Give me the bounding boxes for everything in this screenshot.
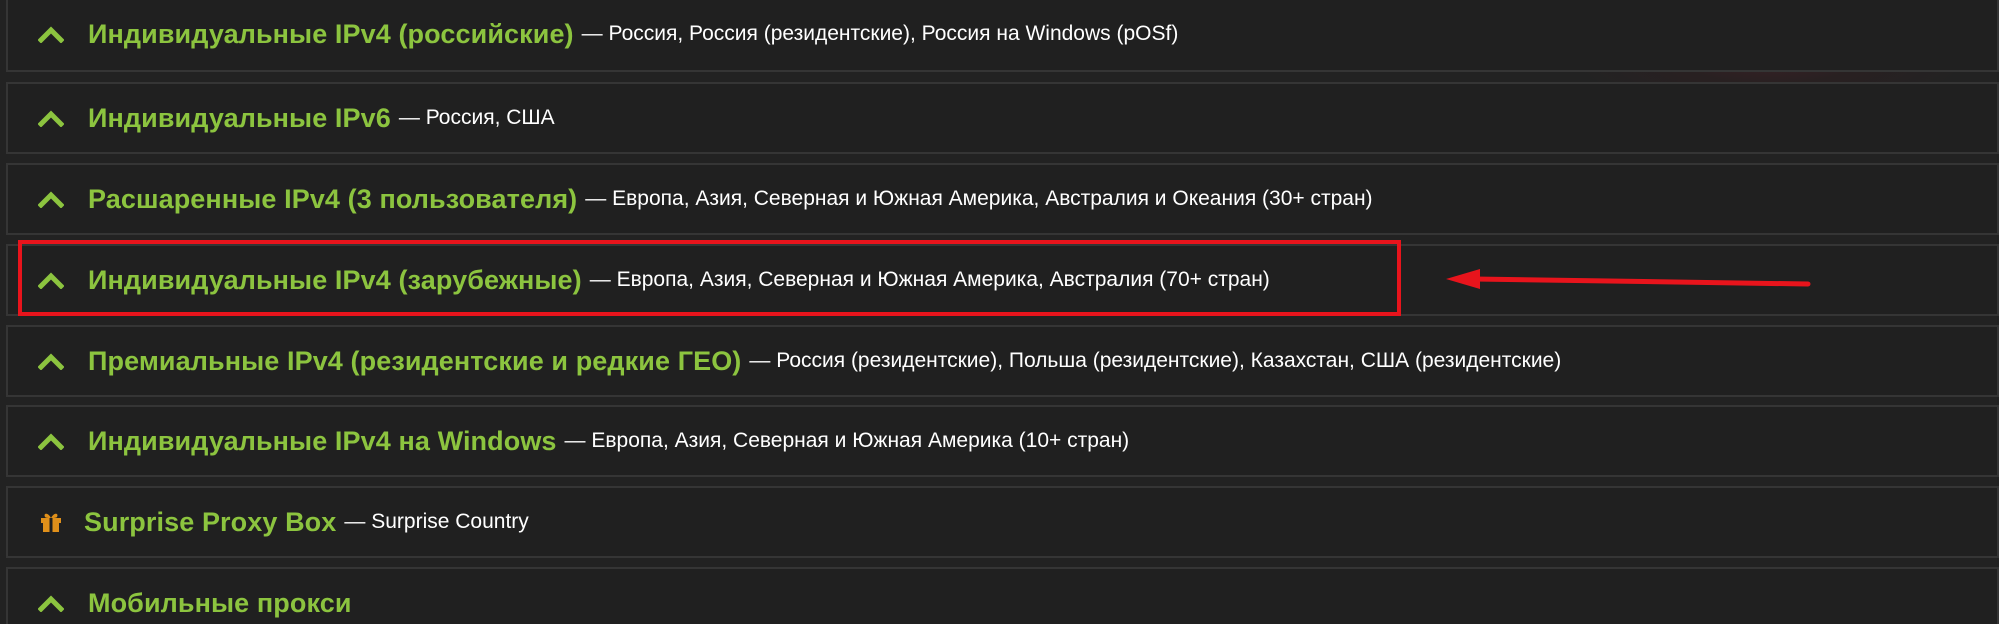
category-row-ipv4-windows[interactable]: Индивидуальные IPv4 на Windows — Европа,… (6, 405, 1999, 477)
chevron-up-icon (34, 184, 68, 214)
chevron-up-icon (34, 426, 68, 456)
category-title: Мобильные прокси (88, 587, 352, 618)
category-row-ipv4-russian[interactable]: Индивидуальные IPv4 (российские) — Росси… (6, 0, 1999, 72)
category-description: — Россия (резидентские), Польша (резиден… (749, 349, 1562, 372)
gift-icon (34, 507, 68, 537)
category-title: Индивидуальные IPv4 (зарубежные) (88, 264, 582, 295)
category-title: Surprise Proxy Box (84, 506, 337, 537)
chevron-up-icon (34, 265, 68, 295)
category-description: — Россия, США (398, 106, 555, 129)
category-row-ipv4-foreign[interactable]: Индивидуальные IPv4 (зарубежные) — Европ… (6, 244, 1999, 316)
category-title: Премиальные IPv4 (резидентские и редкие … (88, 345, 742, 376)
category-description: — Surprise Country (344, 510, 529, 533)
category-title: Расшаренные IPv4 (3 пользователя) (88, 183, 578, 214)
category-row-surprise-box[interactable]: Surprise Proxy Box — Surprise Country (6, 486, 1999, 558)
category-row-mobile[interactable]: Мобильные прокси (6, 567, 1999, 624)
category-row-ipv6[interactable]: Индивидуальные IPv6 — Россия, США (6, 82, 1999, 154)
category-row-ipv4-shared[interactable]: Расшаренные IPv4 (3 пользователя) — Евро… (6, 163, 1999, 235)
category-title: Индивидуальные IPv4 (российские) (88, 18, 574, 49)
chevron-up-icon (34, 103, 68, 133)
chevron-up-icon (34, 588, 68, 618)
category-row-ipv4-premium[interactable]: Премиальные IPv4 (резидентские и редкие … (6, 325, 1999, 397)
category-description: — Европа, Азия, Северная и Южная Америка… (585, 187, 1373, 210)
category-title: Индивидуальные IPv6 (88, 102, 391, 133)
category-description: — Европа, Азия, Северная и Южная Америка… (589, 268, 1270, 291)
category-title: Индивидуальные IPv4 на Windows (88, 425, 557, 456)
chevron-up-icon (34, 346, 68, 376)
chevron-up-icon (34, 19, 68, 49)
category-description: — Европа, Азия, Северная и Южная Америка… (564, 429, 1130, 452)
category-description: — Россия, Россия (резидентские), Россия … (581, 22, 1179, 45)
